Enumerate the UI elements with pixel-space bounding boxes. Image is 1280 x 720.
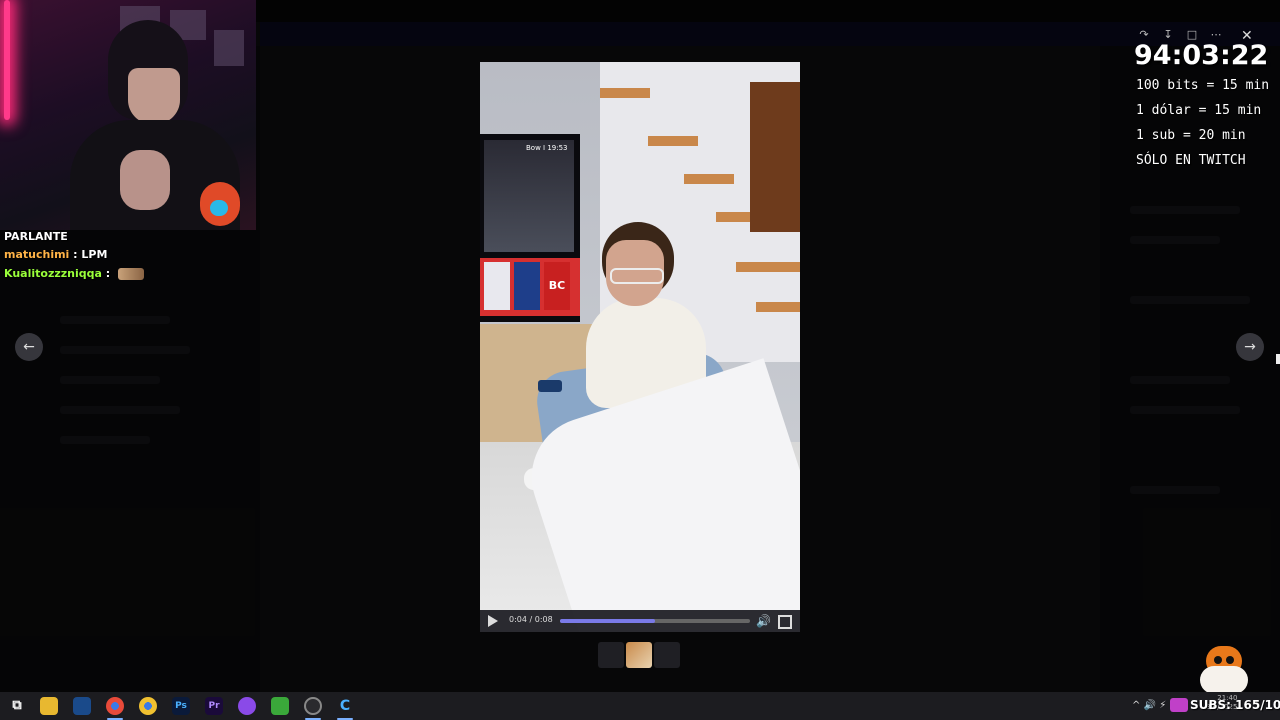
webcam-overlay — [0, 0, 256, 230]
steam-icon[interactable] — [73, 697, 91, 715]
chat-title: PARLANTE — [4, 230, 68, 243]
chat-text: LPM — [81, 248, 108, 261]
scene-tv-tile — [514, 262, 540, 310]
subathon-timer: 94:03:22 — [1134, 40, 1269, 71]
video-frame[interactable]: Bow I 19:53 BC — [480, 62, 800, 632]
scene-tv-screen — [484, 140, 574, 252]
arrow-left-icon: ← — [23, 339, 35, 355]
media-thumbnail[interactable] — [654, 642, 680, 668]
video-progress-bar[interactable] — [560, 619, 750, 623]
system-tray[interactable]: ^ 🔊 ⚡ — [1132, 700, 1166, 711]
minecraft-icon[interactable] — [271, 697, 289, 715]
chat-message: Kualitozzzniqqa : — [4, 267, 144, 280]
mascot-toy-face — [210, 200, 228, 216]
obs-icon[interactable] — [304, 697, 322, 715]
previous-media-button[interactable]: ← — [15, 333, 43, 361]
neon-light — [4, 0, 10, 120]
media-thumbnail-active[interactable] — [626, 642, 652, 668]
timer-rule: 100 bits = 15 min — [1136, 78, 1270, 93]
timer-rule: 1 dólar = 15 min — [1136, 103, 1262, 118]
scene-stair — [648, 136, 698, 146]
volume-icon[interactable]: 🔊 — [756, 614, 771, 628]
scene-tv-tile — [484, 262, 510, 310]
mouse-cursor-icon — [1276, 354, 1280, 364]
windows-start-icon[interactable]: ⧉ — [8, 697, 26, 715]
scene-tv: Bow I 19:53 BC — [480, 134, 580, 322]
video-time: 0:04 / 0:08 — [509, 615, 553, 624]
streamer-hands — [120, 150, 170, 210]
photoshop-icon[interactable]: Ps — [172, 697, 190, 715]
mascot-eye — [1226, 656, 1234, 664]
scene-stair — [600, 88, 650, 98]
windows-taskbar: ⧉ Ps Pr C ^ 🔊 ⚡ 21:40 3/6/2025 SUBS: 165… — [0, 692, 1280, 720]
scene-tv-tile: BC — [544, 262, 570, 310]
tv-overlay-text: Bow I 19:53 — [526, 144, 568, 152]
chat-message: matuchimi : LPM — [4, 248, 107, 261]
chat-separator: : — [69, 248, 82, 261]
subs-counter: SUBS: 165/100 — [1190, 698, 1280, 712]
wall-poster — [214, 30, 244, 66]
scene-person-glasses — [610, 268, 664, 284]
mascot-eye — [1214, 656, 1222, 664]
scene-stair — [736, 262, 800, 272]
premiere-icon[interactable]: Pr — [205, 697, 223, 715]
subs-badge-icon — [1170, 698, 1188, 712]
chrome-icon[interactable] — [139, 697, 157, 715]
timer-rule: 1 sub = 20 min — [1136, 128, 1246, 143]
mascot-body — [1200, 666, 1248, 694]
file-explorer-icon[interactable] — [40, 697, 58, 715]
fullscreen-icon[interactable] — [778, 615, 792, 629]
arrow-right-icon: → — [1244, 339, 1256, 355]
media-thumbnail[interactable] — [598, 642, 624, 668]
play-icon[interactable] — [488, 615, 498, 627]
video-progress-fill — [560, 619, 655, 623]
next-media-button[interactable]: → — [1236, 333, 1264, 361]
video-controls: 0:04 / 0:08 🔊 — [480, 610, 800, 632]
chat-username: matuchimi — [4, 248, 70, 261]
chat-separator: : — [101, 267, 114, 280]
chrome-icon[interactable] — [106, 697, 124, 715]
chat-emote-icon — [117, 268, 144, 280]
app-icon[interactable] — [238, 697, 256, 715]
ccleaner-icon[interactable]: C — [336, 697, 354, 715]
streamer-face — [128, 68, 180, 124]
scene-phone — [538, 380, 562, 392]
chat-username: Kualitozzzniqqa — [4, 267, 102, 280]
scene-door — [750, 82, 800, 232]
scene-stair — [684, 174, 734, 184]
timer-rule: SÓLO EN TWITCH — [1136, 153, 1246, 168]
mascot-penguin-icon — [1198, 642, 1250, 696]
scene-stair — [756, 302, 800, 312]
scene-tv-tiles: BC — [480, 258, 580, 316]
